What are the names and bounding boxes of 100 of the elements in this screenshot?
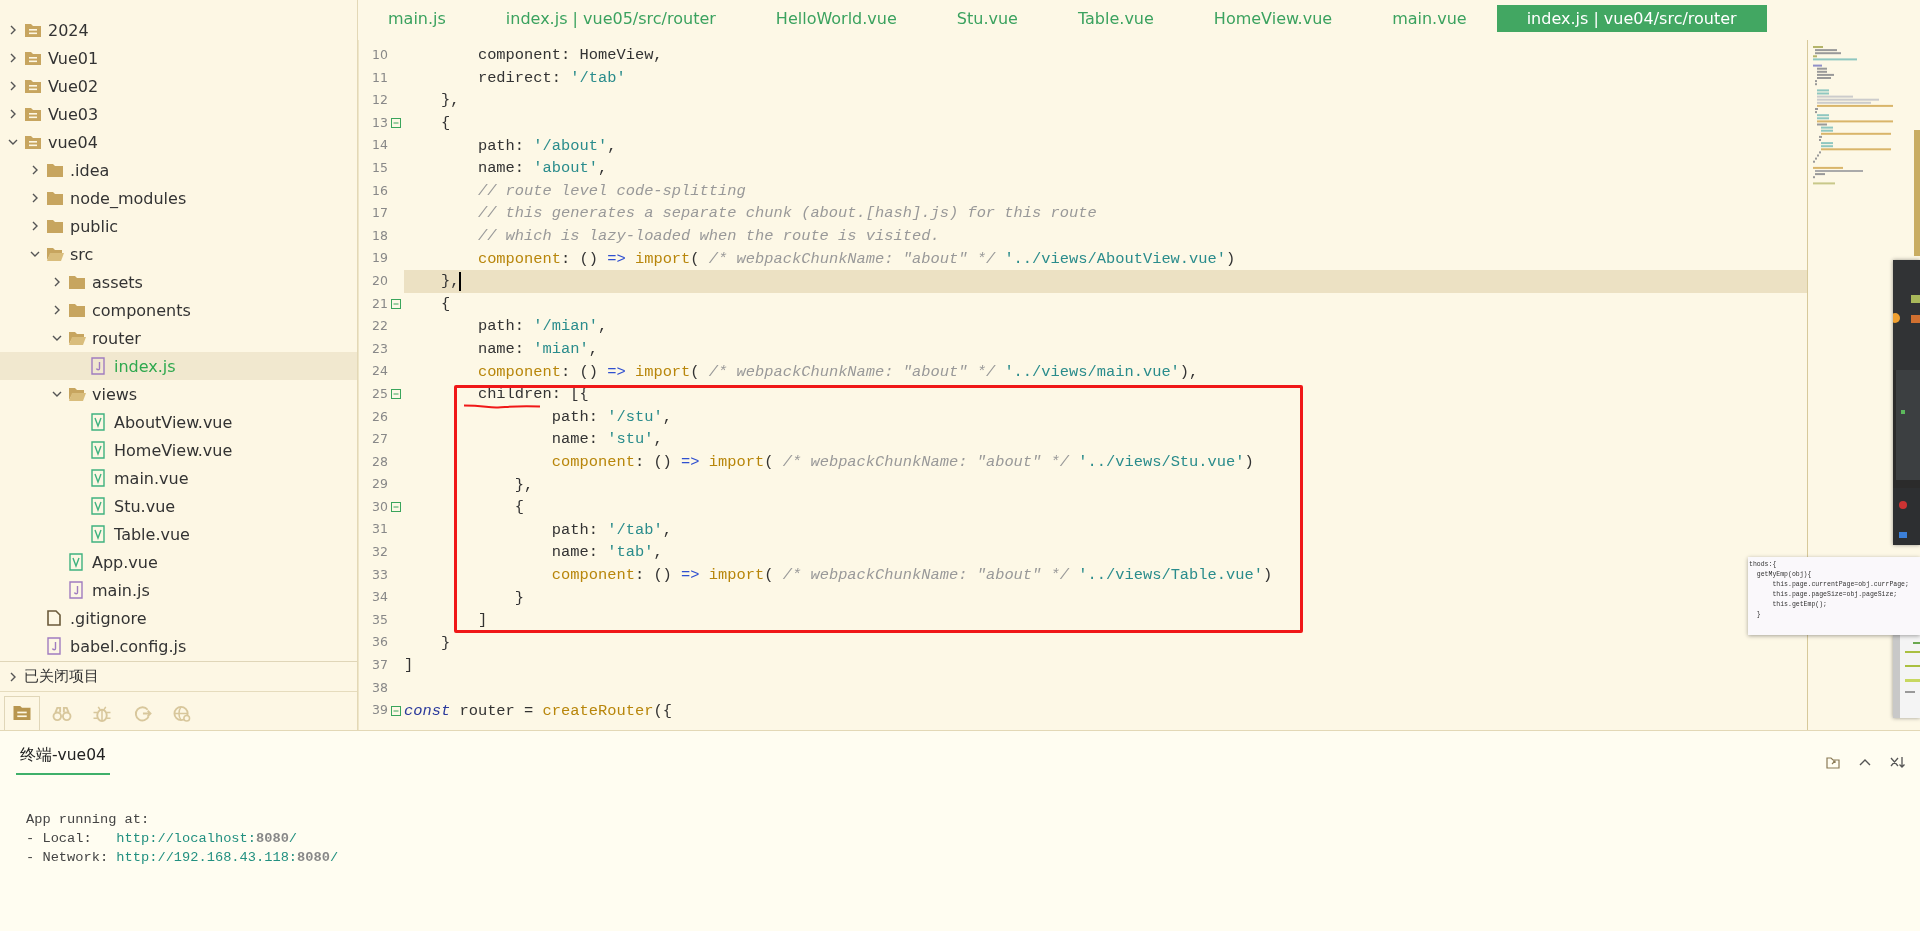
code-line: }	[440, 633, 451, 652]
code-line: // route level code-splitting	[477, 181, 746, 200]
close-panel-icon[interactable]	[1890, 755, 1906, 769]
export-icon[interactable]	[1826, 755, 1840, 769]
code-line: component: () => import( /* webpackChunkName: "about" */ '../views/main.vue'),	[477, 362, 1199, 381]
folder-icon	[46, 218, 64, 234]
code-line: path: '/mian',	[477, 317, 608, 336]
open-folder-icon	[46, 246, 64, 262]
project-folder-icon	[24, 50, 42, 66]
vue-file-icon	[90, 469, 106, 487]
code-line: // this generates a separate chunk (about.[hash].js) for this route	[477, 204, 1097, 223]
code-line: },	[440, 91, 460, 110]
folder-icon	[46, 190, 64, 206]
line-number: 26	[371, 407, 388, 426]
tree-item[interactable]: 2024	[0, 16, 357, 44]
file-icon	[46, 609, 62, 627]
fold-icon[interactable]	[391, 298, 401, 309]
project-folder-icon	[24, 78, 42, 94]
line-number: 22	[371, 317, 388, 336]
fold-icon[interactable]	[391, 502, 401, 513]
tree-item[interactable]: public	[0, 212, 357, 240]
tree-item[interactable]: Vue03	[0, 100, 357, 128]
code-line: name: 'stu',	[551, 430, 663, 449]
closed-projects-item[interactable]: 已关闭项目	[0, 661, 357, 691]
tree-item[interactable]: node_modules	[0, 184, 357, 212]
code-line: const router = createRouter({	[404, 701, 672, 720]
js-file-icon	[46, 637, 62, 655]
line-number: 37	[371, 656, 388, 675]
code-line: component: () => import( /* webpackChunkName: "about" */ '../views/AboutView.vue')	[477, 249, 1236, 268]
code-line: path: '/about',	[477, 136, 617, 155]
line-number: 36	[371, 633, 388, 652]
code-line: // which is lazy-loaded when the route is visited.	[477, 227, 940, 246]
line-number: 32	[371, 543, 388, 562]
project-folder-icon	[24, 22, 42, 38]
tree-item[interactable]: .gitignore	[0, 604, 357, 632]
vue-file-icon	[90, 441, 106, 459]
vue-file-icon	[90, 413, 106, 431]
code-line: path: '/stu',	[551, 407, 672, 426]
js-file-icon	[90, 357, 106, 375]
code-line: {	[440, 114, 451, 133]
code-line: redirect: '/tab'	[477, 68, 626, 87]
fold-icon[interactable]	[391, 705, 401, 716]
vue-file-icon	[90, 525, 106, 543]
terminal-text: - Local:	[26, 831, 93, 846]
folder-icon	[46, 162, 64, 178]
tree-item[interactable]: views	[0, 380, 357, 408]
code-line: }	[514, 588, 525, 607]
line-number: 30	[371, 497, 388, 516]
tree-item[interactable]: src	[0, 240, 357, 268]
tree-item[interactable]: main.vue	[0, 464, 357, 492]
line-number: 19	[371, 249, 388, 268]
vue-file-icon	[90, 497, 106, 515]
line-number: 11	[371, 68, 388, 87]
line-number: 15	[371, 158, 388, 177]
code-line: name: 'about',	[477, 159, 608, 178]
line-number: 10	[371, 46, 388, 64]
url-link[interactable]: http://localhost:8080/	[116, 831, 298, 846]
url-link[interactable]: http://192.168.43.118:8080/	[116, 850, 339, 865]
terminal-text: - Network:	[26, 850, 110, 865]
terminal-tab[interactable]: 终端-vue04	[16, 741, 110, 775]
tree-item[interactable]: .idea	[0, 156, 357, 184]
tree-item[interactable]: babel.config.js	[0, 632, 357, 660]
fold-icon[interactable]	[391, 389, 401, 400]
tree-item[interactable]: App.vue	[0, 548, 357, 576]
fold-icon[interactable]	[391, 118, 401, 129]
line-number: 13	[371, 113, 388, 132]
line-number: 27	[371, 430, 388, 449]
line-number: 16	[371, 181, 388, 200]
tree-item[interactable]: assets	[0, 268, 357, 296]
scrollbar-thumb[interactable]	[1914, 130, 1920, 256]
tree-item[interactable]: main.js	[0, 576, 357, 604]
line-number: 20	[371, 271, 388, 290]
terminal-text: App running at:	[26, 812, 150, 827]
line-number: 39	[371, 701, 388, 720]
tree-item[interactable]: router	[0, 324, 357, 352]
tree-item[interactable]: components	[0, 296, 357, 324]
line-number: 35	[371, 610, 388, 629]
tree-item[interactable]: HomeView.vue	[0, 436, 357, 464]
tree-item[interactable]: Stu.vue	[0, 492, 357, 520]
line-number: 24	[371, 362, 388, 381]
code-line: {	[440, 294, 451, 313]
line-number: 38	[371, 678, 388, 697]
line-number: 34	[371, 588, 388, 607]
code-line: component: () => import( /* webpackChunkName: "about" */ '../views/Table.vue')	[551, 565, 1273, 584]
line-number: 28	[371, 452, 388, 471]
tree-item[interactable]: AboutView.vue	[0, 408, 357, 436]
code-line: ]	[404, 656, 414, 675]
code-line: ]	[477, 611, 488, 630]
tree-item[interactable]: Table.vue	[0, 520, 357, 548]
code-line: {	[514, 498, 525, 517]
project-folder-icon	[24, 106, 42, 122]
line-number: 31	[371, 520, 388, 539]
line-number: 17	[371, 204, 388, 223]
tree-item[interactable]: vue04	[0, 128, 357, 156]
tree-item[interactable]: Vue02	[0, 72, 357, 100]
project-folder-icon	[24, 134, 42, 150]
code-line: name: 'tab',	[551, 543, 663, 562]
files-icon[interactable]	[4, 696, 40, 730]
tree-item[interactable]: Vue01	[0, 44, 357, 72]
js-file-icon	[68, 581, 84, 599]
